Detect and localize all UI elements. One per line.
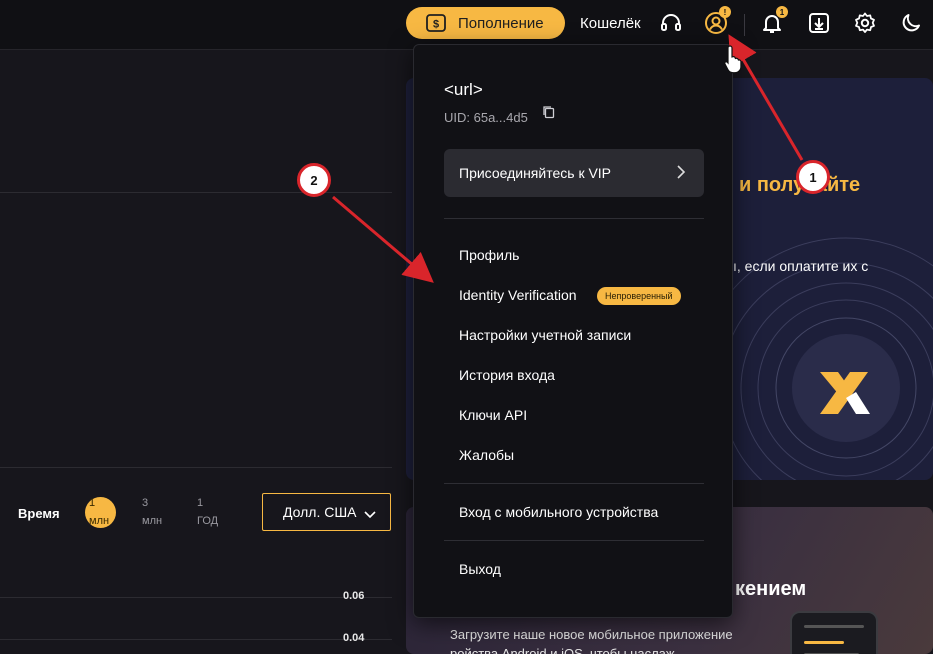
profile-badge: ! bbox=[719, 6, 731, 18]
period-1m-unit: млн bbox=[89, 515, 110, 527]
notification-bell-icon[interactable]: 1 bbox=[760, 6, 788, 35]
promo-subtext: ı, если оплатите их с bbox=[733, 258, 869, 274]
currency-select-label: Долл. США bbox=[283, 504, 357, 520]
period-1m[interactable]: 1 млн bbox=[89, 494, 109, 530]
menu-item-logout[interactable]: Выход bbox=[459, 561, 501, 577]
menu-item-mobile-login[interactable]: Вход с мобильного устройства bbox=[459, 504, 658, 520]
chevron-down-icon bbox=[364, 506, 376, 522]
deposit-label: Пополнение bbox=[458, 14, 544, 32]
download-icon[interactable] bbox=[807, 11, 831, 35]
account-name: <url> bbox=[444, 80, 483, 99]
currency-select[interactable]: Долл. США bbox=[262, 493, 391, 531]
app-promo-text-line2: ройства Android и iOS, чтобы наслаж bbox=[450, 646, 675, 654]
period-1y-num: 1 bbox=[197, 497, 204, 509]
app-promo-headline: кением bbox=[735, 578, 807, 600]
menu-item-login-history[interactable]: История входа bbox=[459, 367, 555, 383]
menu-divider bbox=[444, 540, 704, 541]
chevron-right-icon bbox=[676, 165, 686, 182]
period-1m-num: 1 bbox=[89, 497, 96, 509]
menu-item-api-keys[interactable]: Ключи API bbox=[459, 407, 527, 423]
period-1y[interactable]: 1 ГОД bbox=[197, 494, 218, 530]
menu-item-profile[interactable]: Профиль bbox=[459, 247, 519, 263]
join-vip-label: Присоединяйтесь к VIP bbox=[459, 165, 612, 181]
wallet-link[interactable]: Кошелёк bbox=[580, 15, 641, 32]
menu-item-account-settings[interactable]: Настройки учетной записи bbox=[459, 327, 631, 343]
chart-gridline bbox=[0, 597, 392, 598]
svg-text:$: $ bbox=[433, 19, 439, 31]
deposit-icon: $ bbox=[426, 14, 446, 32]
y-axis-value: 0.04 bbox=[343, 632, 365, 644]
copy-icon[interactable] bbox=[542, 105, 556, 124]
menu-divider bbox=[444, 483, 704, 484]
period-3m[interactable]: 3 млн bbox=[142, 494, 162, 530]
menu-item-identity-verification[interactable]: Identity Verification bbox=[459, 287, 577, 303]
user-profile-icon[interactable]: ! bbox=[704, 6, 731, 35]
profile-dropdown-menu: <url> UID: 65a...4d5 Присоединяйтесь к V… bbox=[413, 44, 733, 618]
deposit-button[interactable]: $ Пополнение bbox=[406, 7, 565, 39]
support-headset-icon[interactable] bbox=[659, 11, 683, 35]
dark-mode-moon-icon[interactable] bbox=[899, 11, 923, 35]
period-3m-unit: млн bbox=[142, 515, 163, 527]
notification-badge: 1 bbox=[776, 6, 788, 18]
period-1y-unit: ГОД bbox=[197, 515, 219, 527]
chart-gridline bbox=[0, 467, 392, 468]
menu-item-complaints[interactable]: Жалобы bbox=[459, 447, 514, 463]
top-navigation-bar: $ Пополнение Кошелёк ! 1 bbox=[0, 0, 933, 50]
topbar-divider bbox=[744, 14, 745, 36]
brand-logo-icon bbox=[820, 372, 870, 414]
time-label: Время bbox=[18, 506, 60, 521]
chart-gridline bbox=[0, 639, 392, 640]
annotation-marker-1: 1 bbox=[796, 160, 830, 194]
account-uid: UID: 65a...4d5 bbox=[444, 110, 528, 125]
phone-mockup-image bbox=[790, 611, 878, 654]
annotation-marker-2: 2 bbox=[297, 163, 331, 197]
join-vip-button[interactable]: Присоединяйтесь к VIP bbox=[444, 149, 704, 197]
app-promo-text-line1: Загрузите наше новое мобильное приложени… bbox=[450, 627, 733, 642]
chart-panel bbox=[0, 51, 392, 654]
settings-gear-icon[interactable] bbox=[853, 11, 877, 35]
hand-cursor-icon bbox=[724, 44, 744, 79]
y-axis-value: 0.06 bbox=[343, 590, 365, 602]
period-3m-num: 3 bbox=[142, 497, 149, 509]
unverified-status-badge: Непроверенный bbox=[597, 287, 681, 305]
chart-gridline bbox=[0, 192, 392, 193]
menu-divider bbox=[444, 218, 704, 219]
